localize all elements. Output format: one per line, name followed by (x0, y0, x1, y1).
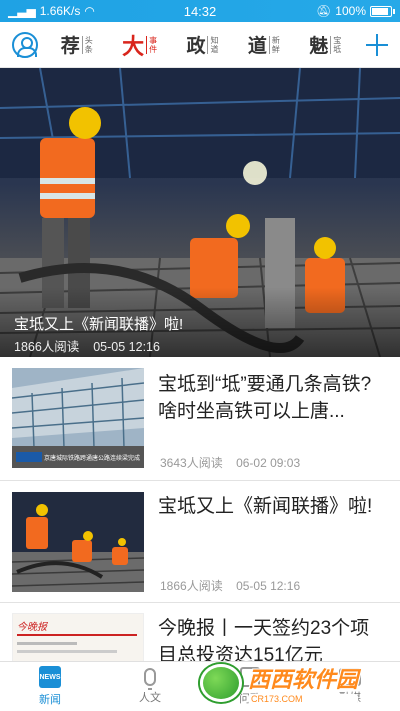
news-thumbnail (12, 492, 144, 592)
battery-icon (370, 5, 395, 17)
bottom-nav-label: 人文 (139, 692, 161, 704)
news-title: 今晚报丨一天签约23个项目总投资达151亿元 (158, 618, 370, 661)
tab-sublabel: 头条 (81, 35, 93, 54)
thumb-caption: 今晚报 (17, 622, 47, 633)
news-title: 宝坻到“坻”要通几条高铁?啥时坐高铁可以上唐... (158, 374, 372, 422)
site-watermark: 西西软件园 CR173.COM (200, 662, 388, 704)
tab-recommend[interactable]: 荐 头条 (61, 31, 93, 58)
hero-article[interactable]: 宝坻又上《新闻联播》啦! 1866人阅读 05-05 12:16 (0, 68, 400, 357)
tab-label: 大 (122, 33, 145, 60)
tab-sublabel: 新鲜 (268, 35, 280, 54)
news-date: 05-05 12:16 (236, 579, 301, 593)
tab-sublabel: 知道 (207, 35, 218, 54)
hero-views: 1866人阅读 (14, 340, 80, 354)
tab-sublabel: 事件 (146, 35, 157, 54)
news-views: 3643人阅读 (160, 456, 223, 470)
tab-charm[interactable]: 魅 宝坻 (309, 31, 341, 58)
news-meta: 3643人阅读 06-02 09:03 (160, 454, 300, 471)
list-item[interactable]: 京唐城际铁路跨通唐公路连续梁完成 宝坻到“坻”要通几条高铁?啥时坐高铁可以上唐.… (0, 357, 400, 481)
tab-label: 荐 (60, 35, 80, 57)
news-icon: NEWS (39, 666, 61, 688)
status-bar: ▁▃▅ 1.66K/s ◠ 14:32 🔕︎ 100% (0, 0, 400, 22)
channel-tabs: 荐 头条 大 事件 政 知道 道 新鲜 魅 宝坻 (38, 29, 364, 61)
hero-meta: 1866人阅读 05-05 12:16 (14, 336, 160, 355)
tab-sublabel: 宝坻 (330, 35, 341, 54)
user-profile-icon[interactable] (12, 31, 38, 58)
status-time: 14:32 (183, 3, 217, 19)
watermark-logo-icon (200, 664, 242, 702)
tab-label: 魅 (309, 35, 329, 57)
news-meta: 1866人阅读 05-05 12:16 (160, 577, 300, 594)
bottom-nav-culture[interactable]: 人文 (100, 662, 200, 711)
thumb-caption: 京唐城际铁路跨通唐公路连续梁完成 (44, 456, 141, 462)
microphone-icon (144, 668, 156, 690)
hero-date: 05-05 12:16 (93, 340, 160, 354)
news-thumbnail: 今晚报 (12, 613, 144, 661)
tab-label: 道 (247, 35, 267, 57)
add-channel-icon[interactable] (364, 32, 390, 58)
news-title: 宝坻又上《新闻联播》啦! (158, 496, 373, 517)
watermark-text: 西西软件园 (248, 667, 359, 692)
tab-label: 政 (186, 35, 206, 57)
news-date: 06-02 09:03 (236, 456, 301, 470)
tab-fresh[interactable]: 道 新鲜 (248, 31, 280, 58)
news-thumbnail: 京唐城际铁路跨通唐公路连续梁完成 (12, 368, 144, 468)
news-views: 1866人阅读 (160, 579, 223, 593)
list-item[interactable]: 宝坻又上《新闻联播》啦! 1866人阅读 05-05 12:16 (0, 481, 400, 603)
bottom-nav-news[interactable]: NEWS 新闻 (0, 662, 100, 711)
bottom-nav-label: 新闻 (39, 694, 61, 706)
list-item[interactable]: 今晚报 今晚报丨一天签约23个项目总投资达151亿元 (0, 603, 400, 661)
tab-politics[interactable]: 政 知道 (186, 31, 218, 58)
watermark-url: CR173.COM (248, 694, 359, 704)
hero-title: 宝坻又上《新闻联播》啦! (14, 316, 184, 333)
top-nav: 荐 头条 大 事件 政 知道 道 新鲜 魅 宝坻 (0, 22, 400, 68)
tab-big-events[interactable]: 大 事件 (122, 29, 157, 61)
